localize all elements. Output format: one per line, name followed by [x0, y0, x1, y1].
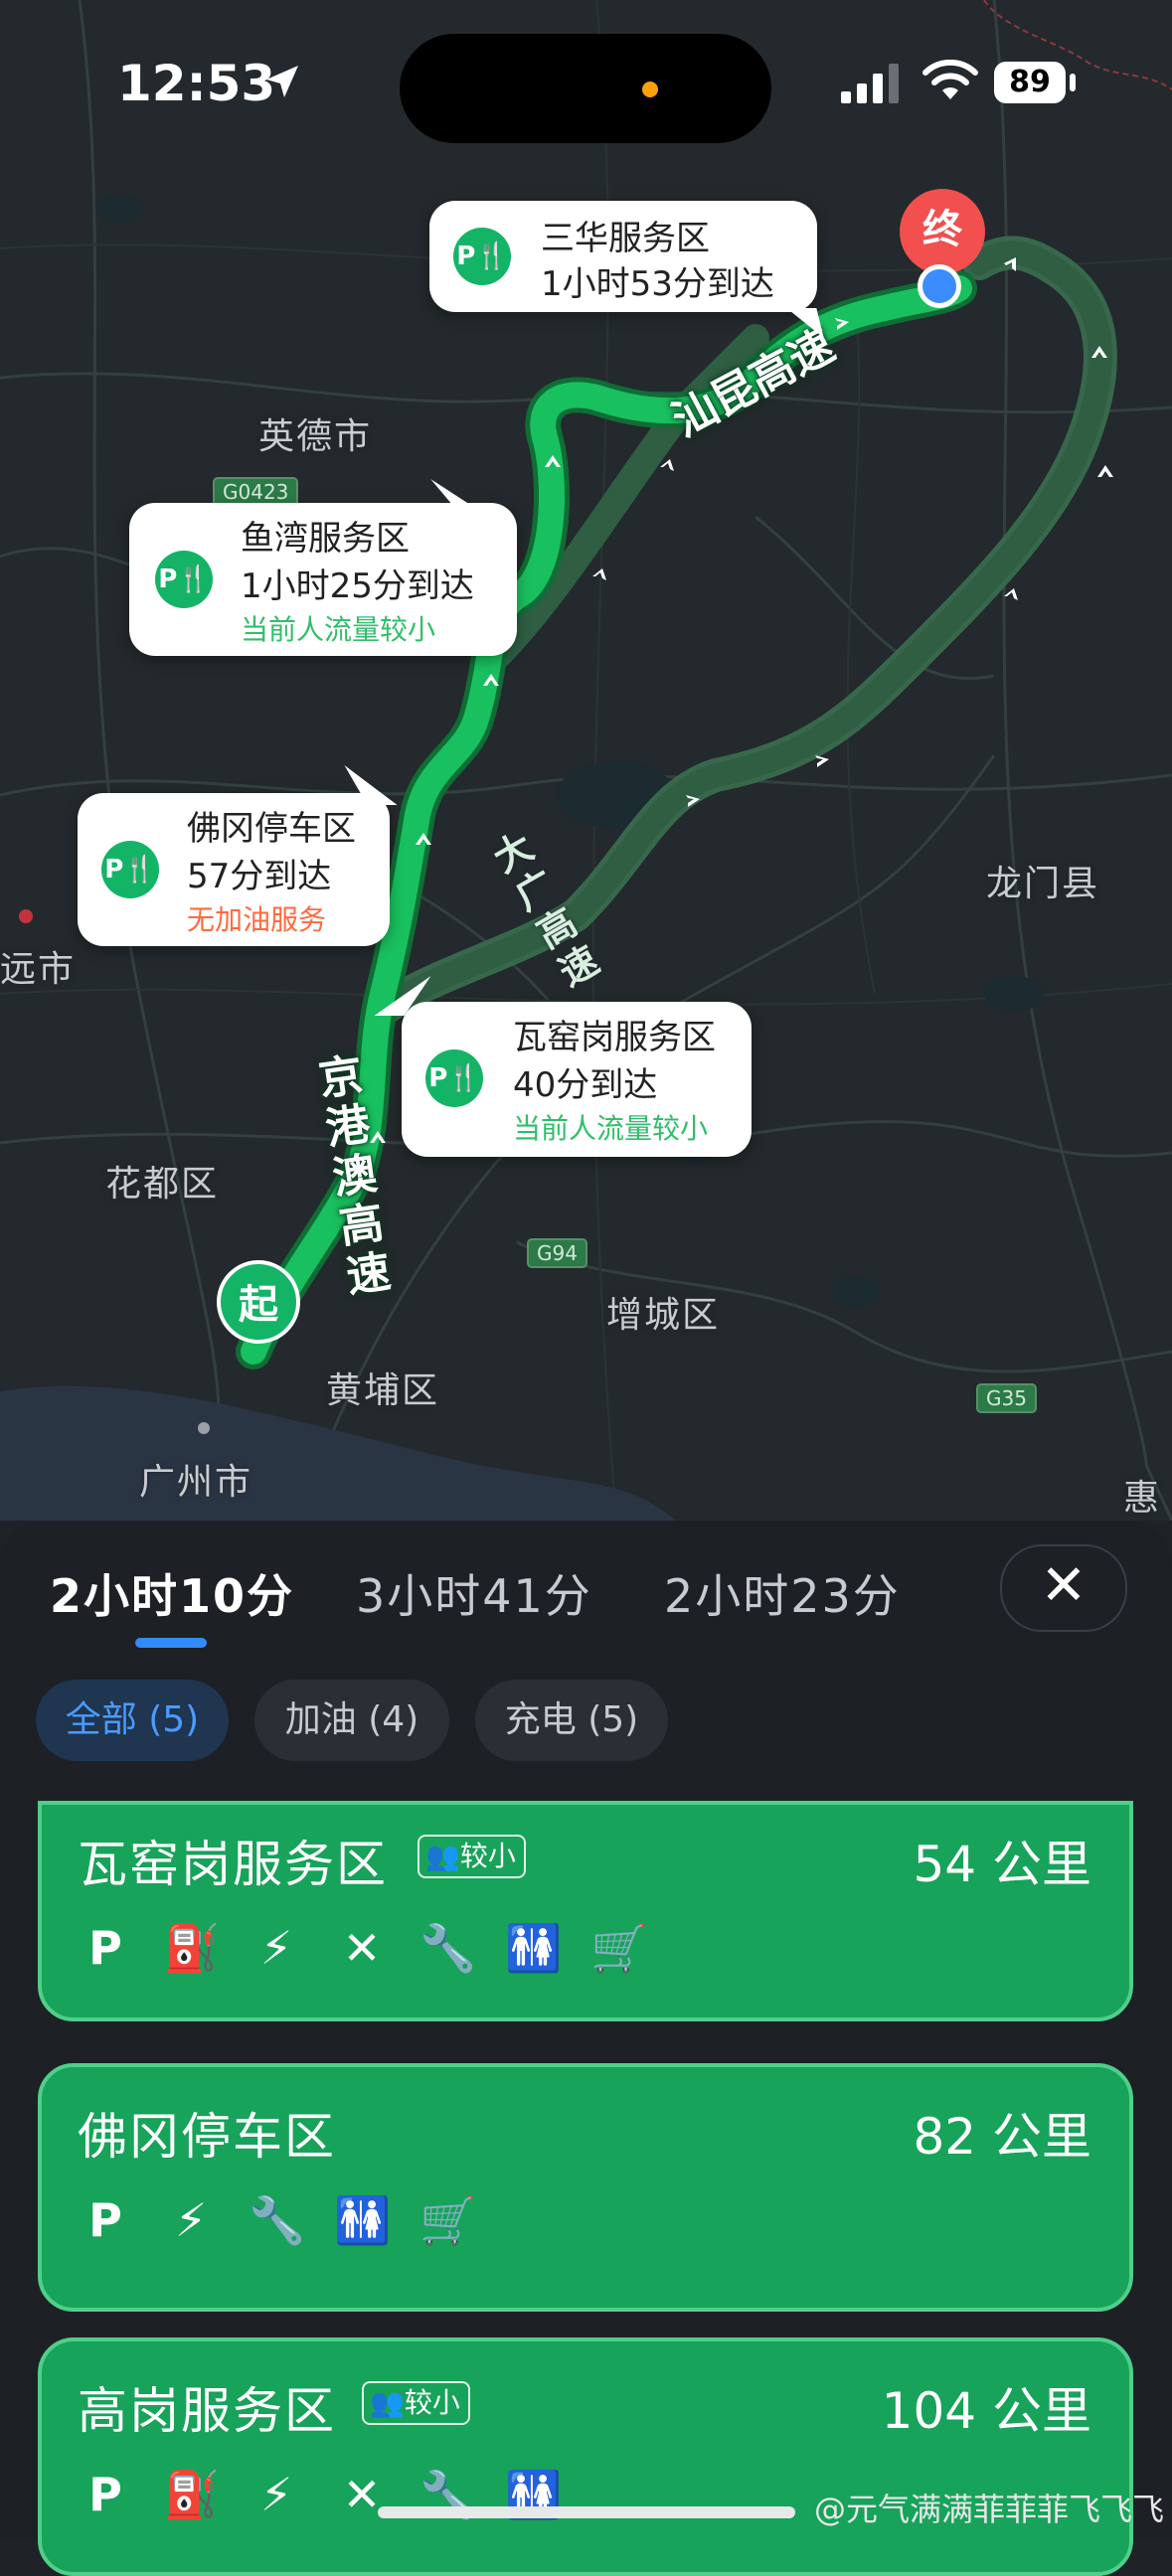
callout-note: 当前人流量较小 [241, 613, 436, 646]
service-area-icon: P🍴 [425, 1049, 483, 1107]
service-area-name: 佛冈停车区 [78, 2108, 336, 2166]
service-area-icon: P🍴 [155, 551, 213, 608]
map-label-qingyuan: 远市 [0, 949, 77, 990]
service-area-name: 高岗服务区 [78, 2382, 336, 2440]
start-marker[interactable]: 起 [217, 1260, 300, 1344]
shop-cart-icon: 🛒 [419, 2193, 477, 2247]
crowd-level-badge: 👥较小 [418, 1835, 526, 1878]
service-area-icon: P🍴 [101, 841, 159, 898]
restroom-icon: 🚻 [334, 2193, 392, 2247]
parking-cafe-icon: P [88, 2193, 122, 2247]
ev-charging-icon: ⚡ [259, 2468, 293, 2521]
end-marker[interactable]: 终 [900, 189, 985, 274]
cellular-signal-icon [841, 64, 899, 103]
repair-icon: 🔧 [419, 1921, 477, 1975]
service-area-icon: P🍴 [453, 228, 511, 285]
service-area-distance: 104 公里 [881, 2382, 1091, 2440]
service-area-card-wayaogang[interactable]: 瓦窑岗服务区 👥较小 54 公里 P ⛽ ⚡ ✕ 🔧 🚻 🛒 [38, 1801, 1133, 2021]
crowd-level-badge: 👥较小 [362, 2381, 470, 2425]
road-sign-g35: G35 [976, 1383, 1037, 1413]
map-label-zengcheng: 增城区 [606, 1295, 721, 1336]
ev-charging-icon: ⚡ [259, 1921, 293, 1975]
map-label-huadu: 花都区 [105, 1164, 220, 1205]
battery-nub [1070, 74, 1076, 91]
route-tab-1[interactable]: 2小时10分 [50, 1560, 294, 1626]
service-area-card-gaogang[interactable]: 高岗服务区 👥较小 104 公里 P ⛽ ⚡ ✕ 🔧 🚻 [38, 2337, 1133, 2576]
callout-yuwan-service-area[interactable]: P🍴 鱼湾服务区 1小时25分到达 当前人流量较小 [129, 479, 517, 656]
battery-indicator: 89 [994, 62, 1066, 103]
map-label-huangpu: 黄埔区 [326, 1370, 440, 1411]
callout-name: 三华服务区 [541, 219, 710, 258]
watermark-text: @元气满满菲菲菲飞飞飞 [813, 2491, 1164, 2528]
fuel-icon: ⛽ [163, 1921, 221, 1975]
callout-note: 无加油服务 [187, 903, 327, 936]
filter-chip-charging[interactable]: 充电 (5) [475, 1680, 668, 1761]
map-label-guangzhou: 广州市 [139, 1462, 253, 1503]
callout-eta: 40分到达 [513, 1065, 658, 1105]
crowd-level-text: 较小 [404, 2386, 460, 2419]
ev-charging-icon: ⚡ [174, 2193, 208, 2247]
callout-eta: 1小时25分到达 [241, 566, 474, 606]
service-area-name: 瓦窑岗服务区 [78, 1836, 388, 1893]
status-time: 12:53 [117, 55, 276, 112]
map-label-hui: 惠 [1123, 1478, 1162, 1519]
callout-name: 佛冈停车区 [187, 809, 356, 849]
home-indicator[interactable] [378, 2506, 795, 2518]
close-button[interactable]: ✕ [1000, 1544, 1127, 1632]
recording-dot-icon [642, 81, 658, 97]
crowd-level-text: 较小 [459, 1840, 516, 1872]
callout-name: 瓦窑岗服务区 [513, 1018, 716, 1057]
status-bar: 12:53 89 [0, 0, 1172, 169]
filter-chip-all[interactable]: 全部 (5) [36, 1680, 229, 1761]
route-tab-2[interactable]: 3小时41分 [356, 1560, 592, 1626]
parking-cafe-icon: P [88, 2468, 122, 2521]
location-arrow-icon [266, 66, 298, 97]
facility-icons: P ⚡ 🔧 🚻 🛒 [78, 2192, 477, 2248]
fuel-icon: ⛽ [163, 2468, 221, 2521]
callout-note: 当前人流量较小 [513, 1112, 709, 1145]
callout-eta: 57分到达 [187, 857, 332, 896]
repair-icon: 🔧 [249, 2193, 306, 2247]
callout-sanhua-service-area[interactable]: P🍴 三华服务区 1小时53分到达 [429, 201, 834, 338]
map-view[interactable]: 英德市 龙门县 远市 花都区 增城区 黄埔区 广州市 惠 G0423 G94 G… [0, 0, 1172, 1522]
road-sign-g94: G94 [527, 1238, 587, 1268]
dynamic-island [400, 34, 771, 143]
people-icon: 👥 [425, 1840, 460, 1872]
callout-eta: 1小时53分到达 [541, 264, 774, 304]
route-tab-3[interactable]: 2小时23分 [664, 1560, 901, 1626]
callout-wayaogang-service-area[interactable]: P🍴 瓦窑岗服务区 40分到达 当前人流量较小 [374, 976, 752, 1157]
filter-chip-fuel[interactable]: 加油 (4) [254, 1680, 449, 1761]
restroom-icon: 🚻 [505, 1921, 563, 1975]
current-location-dot [918, 264, 961, 308]
facility-icons: P ⛽ ⚡ ✕ 🔧 🚻 🛒 [78, 1920, 648, 1976]
callout-fogang-parking-area[interactable]: P🍴 佛冈停车区 57分到达 无加油服务 [78, 765, 398, 946]
map-label-longmen: 龙门县 [986, 864, 1100, 904]
active-tab-indicator [135, 1638, 207, 1648]
people-icon: 👥 [370, 2386, 405, 2419]
map-label-yingde: 英德市 [258, 416, 373, 457]
wifi-icon [922, 60, 978, 99]
service-area-card-fogang[interactable]: 佛冈停车区 82 公里 P ⚡ 🔧 🚻 🛒 [38, 2063, 1133, 2312]
service-area-distance: 82 公里 [913, 2108, 1091, 2166]
callout-name: 鱼湾服务区 [241, 519, 410, 559]
service-area-distance: 54 公里 [913, 1836, 1091, 1893]
parking-cafe-icon: P [88, 1921, 122, 1975]
restaurant-icon: ✕ [342, 1921, 382, 1975]
shop-cart-icon: 🛒 [590, 1921, 648, 1975]
route-bottom-sheet: 2小时10分 3小时41分 2小时23分 ✕ 全部 (5) 加油 (4) 充电 … [0, 1521, 1172, 2576]
